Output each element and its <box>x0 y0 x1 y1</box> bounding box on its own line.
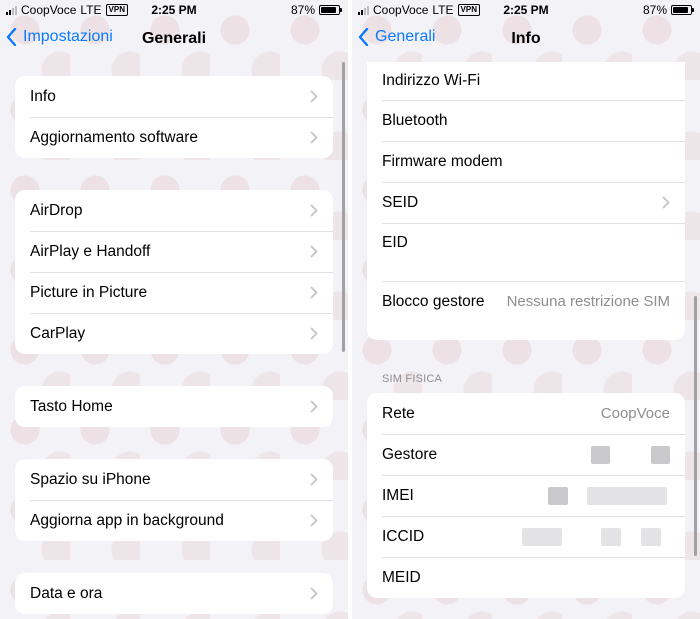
general-settings-screen: CoopVoce LTE VPN 2:25 PM 87% Impostazion… <box>0 0 348 619</box>
navigation-bar: Generali Info <box>352 22 700 58</box>
redacted-value <box>522 527 562 546</box>
row-meid: MEID <box>367 557 685 598</box>
battery-percent: 87% <box>642 3 667 17</box>
scrollbar[interactable] <box>342 62 345 352</box>
row-network: Rete CoopVoce <box>382 404 670 423</box>
redacted-value <box>587 486 667 505</box>
section-header: SIM FISICA <box>382 373 443 385</box>
redacted-value <box>601 527 621 546</box>
chevron-right-icon <box>310 90 318 103</box>
settings-group: Data e ora <box>15 573 333 614</box>
row-background-app-refresh[interactable]: Aggiorna app in background <box>15 500 333 541</box>
settings-group: Tasto Home <box>15 386 333 427</box>
redacted-value <box>641 527 661 546</box>
scrollbar[interactable] <box>694 296 697 556</box>
chevron-right-icon <box>310 587 318 600</box>
chevron-right-icon <box>310 327 318 340</box>
chevron-right-icon <box>310 473 318 486</box>
row-carrier-lock: Blocco gestore Nessuna restrizione SIM <box>367 281 685 322</box>
chevron-right-icon <box>310 286 318 299</box>
row-seid[interactable]: SEID <box>367 182 685 223</box>
chevron-right-icon <box>310 245 318 258</box>
row-iccid: ICCID <box>367 516 685 557</box>
row-carrier: Gestore <box>367 434 685 475</box>
info-group: Indirizzo Wi-Fi Bluetooth Firmware modem… <box>367 62 685 340</box>
redacted-value <box>548 486 568 505</box>
settings-group: Spazio su iPhone Aggiorna app in backgro… <box>15 459 333 541</box>
battery-percent: 87% <box>290 3 315 17</box>
row-carplay[interactable]: CarPlay <box>15 313 333 354</box>
chevron-right-icon <box>310 131 318 144</box>
redacted-value <box>651 445 670 464</box>
info-screen: CoopVoce LTE VPN 2:25 PM 87% Generali In… <box>352 0 700 619</box>
chevron-right-icon <box>662 196 670 209</box>
settings-group: Info Aggiornamento software <box>15 76 333 158</box>
status-bar: CoopVoce LTE VPN 2:25 PM 87% <box>352 0 700 20</box>
page-title: Info <box>511 30 541 47</box>
chevron-right-icon <box>310 400 318 413</box>
row-home-button[interactable]: Tasto Home <box>15 386 333 427</box>
row-date-time[interactable]: Data e ora <box>15 573 333 614</box>
battery-icon <box>319 5 342 15</box>
chevron-right-icon <box>310 514 318 527</box>
row-bluetooth: Bluetooth <box>367 100 685 141</box>
row-airdrop[interactable]: AirDrop <box>15 190 333 231</box>
row-eid: EID <box>367 223 685 281</box>
row-wifi-address: Indirizzo Wi-Fi <box>382 72 481 89</box>
redacted-value <box>591 445 610 464</box>
row-airplay-handoff[interactable]: AirPlay e Handoff <box>15 231 333 272</box>
carrier-lock-value: Nessuna restrizione SIM <box>506 293 670 310</box>
battery-icon <box>671 5 694 15</box>
page-title: Generali <box>141 30 207 47</box>
network-value: CoopVoce <box>600 405 670 422</box>
row-iphone-storage[interactable]: Spazio su iPhone <box>15 459 333 500</box>
row-picture-in-picture[interactable]: Picture in Picture <box>15 272 333 313</box>
sim-group: Rete CoopVoce Gestore IMEI ICCID MEID <box>367 393 685 598</box>
chevron-left-icon <box>6 28 17 46</box>
row-info[interactable]: Info <box>15 76 333 117</box>
row-modem-firmware: Firmware modem <box>367 141 685 182</box>
row-imei: IMEI <box>367 475 685 516</box>
chevron-right-icon <box>310 204 318 217</box>
settings-group: AirDrop AirPlay e Handoff Picture in Pic… <box>15 190 333 354</box>
status-bar: CoopVoce LTE VPN 2:25 PM 87% <box>0 0 348 20</box>
row-software-update[interactable]: Aggiornamento software <box>15 117 333 158</box>
navigation-bar: Impostazioni Generali <box>0 22 348 58</box>
